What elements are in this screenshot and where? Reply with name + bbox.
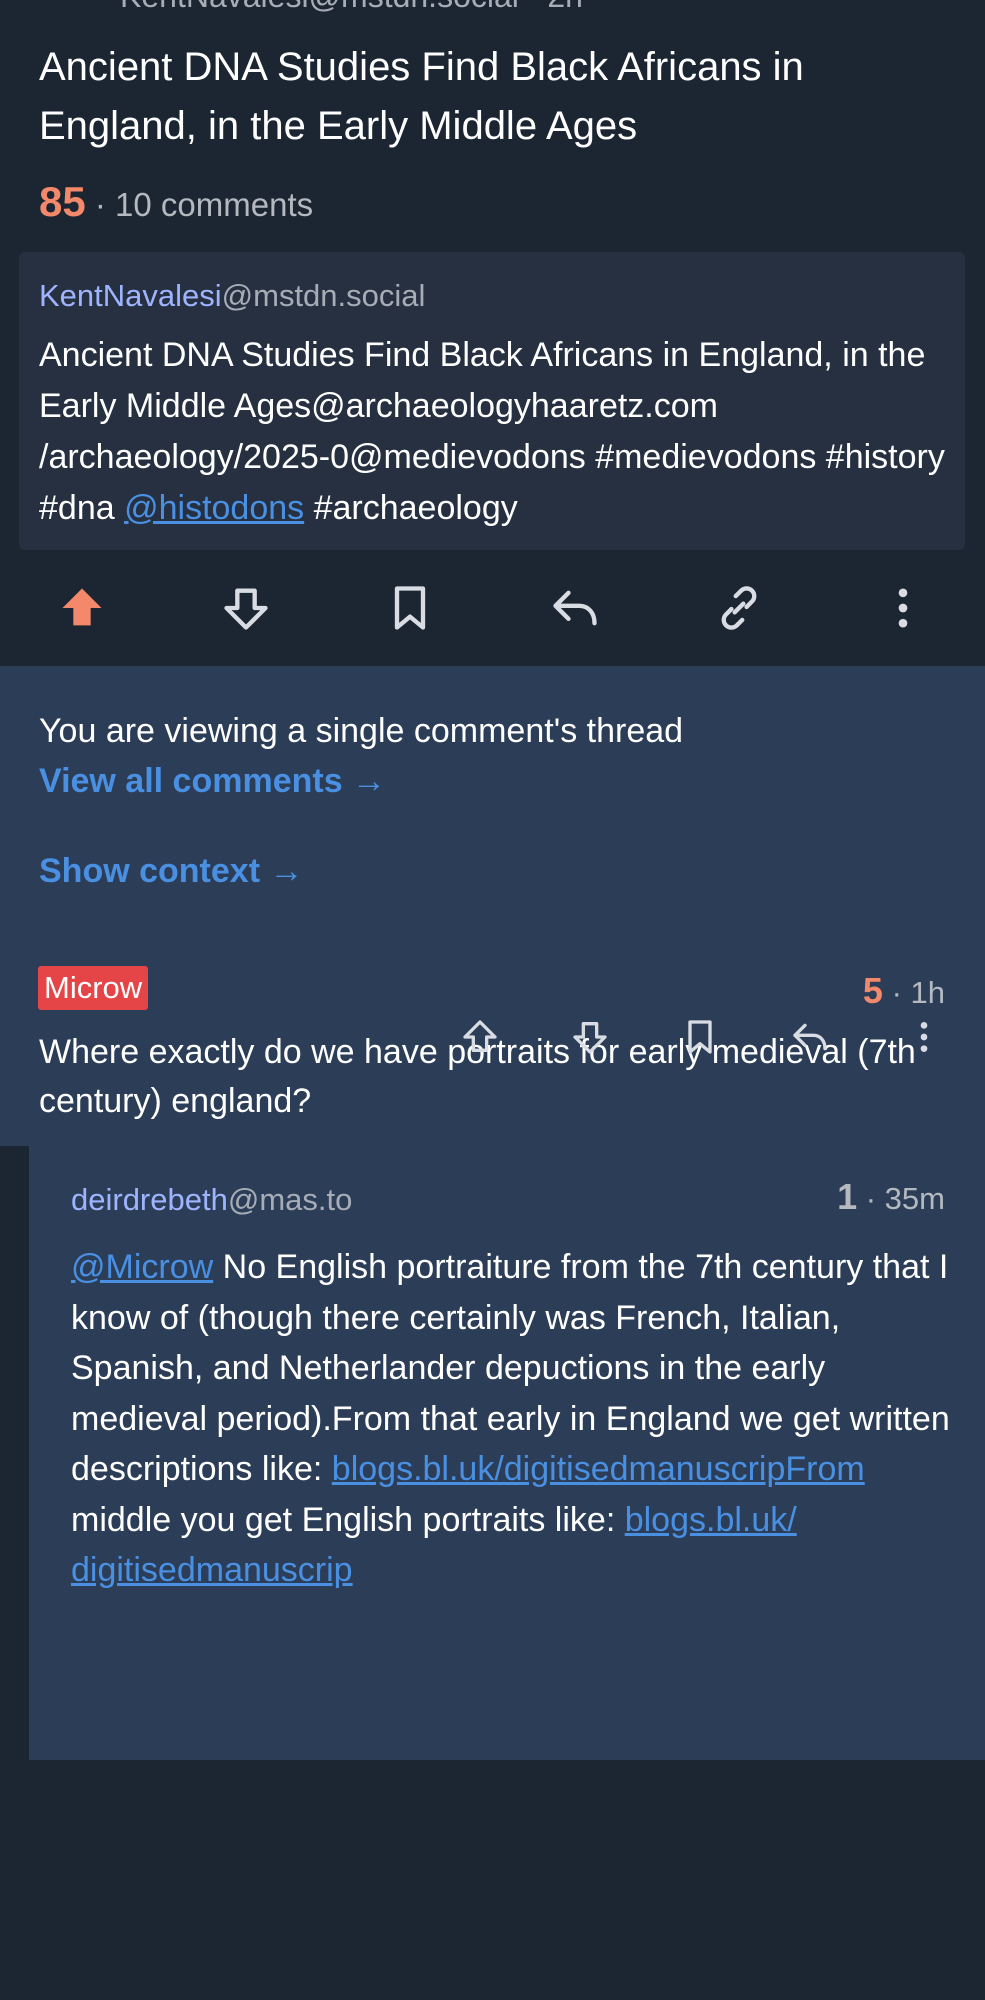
post-score-line: 85 · 10 comments: [39, 178, 313, 226]
comment-time: · 1h: [891, 975, 945, 1010]
post-action-bar: [0, 578, 985, 638]
comment-meta: 5 · 1h: [863, 970, 945, 1012]
upvote-button[interactable]: [52, 578, 112, 638]
reply-text-2: middle you get English portraits like:: [71, 1500, 625, 1539]
reply-bookmark-button[interactable]: [677, 1014, 723, 1060]
single-thread-note: You are viewing a single comment's threa…: [39, 712, 684, 750]
reply-downvote-button[interactable]: [567, 1014, 613, 1060]
post-embed[interactable]: KentNavalesi@mstdn.social Ancient DNA St…: [19, 252, 965, 550]
link-button[interactable]: [709, 578, 769, 638]
view-all-comments-link[interactable]: View all comments →: [39, 762, 386, 801]
embed-mention-link[interactable]: @histodons: [124, 489, 304, 527]
reply-body: @Microw No English portraiture from the …: [71, 1242, 951, 1596]
reply-icon: [553, 590, 597, 626]
reply-upvote-button[interactable]: [457, 1014, 503, 1060]
reply-icon: [793, 1023, 827, 1051]
more-icon: [898, 588, 908, 628]
reply-more-button[interactable]: [901, 1014, 947, 1060]
reply-time: · 35m: [865, 1181, 945, 1216]
upvote-icon: [463, 1020, 497, 1052]
post-byline-cut[interactable]: KentNavalesi@mstdn.social · 2h: [120, 0, 583, 15]
show-context-link[interactable]: Show context →: [39, 852, 303, 891]
embed-text-end: #archaeology: [304, 489, 518, 527]
embed-author-instance: @mstdn.social: [221, 278, 426, 313]
bookmark-button[interactable]: [380, 578, 440, 638]
reply-meta: 1 · 35m: [837, 1176, 945, 1218]
downvote-icon: [573, 1022, 607, 1054]
bookmark-icon: [688, 1020, 712, 1054]
reply-author-name[interactable]: deirdrebeth: [71, 1182, 228, 1217]
reply-comment: deirdrebeth@mas.to 1 · 35m @Microw No En…: [29, 1146, 985, 1760]
post-score: 85: [39, 178, 86, 225]
reply-reply-button[interactable]: [787, 1014, 833, 1060]
downvote-icon: [224, 588, 268, 630]
comments-count[interactable]: · 10 comments: [95, 186, 313, 223]
more-button[interactable]: [873, 578, 933, 638]
downvote-button[interactable]: [216, 578, 276, 638]
comment-author-badge[interactable]: Microw: [38, 966, 149, 1010]
reply-link-1[interactable]: blogs.bl.uk/digitisedmanuscripFrom: [332, 1450, 865, 1488]
post-header: KentNavalesi@mstdn.social · 2h Ancient D…: [0, 0, 985, 666]
comment-thread: You are viewing a single comment's threa…: [0, 666, 985, 1760]
reply-author[interactable]: deirdrebeth@mas.to: [71, 1182, 352, 1218]
reply-button[interactable]: [545, 578, 605, 638]
reply-mention-link[interactable]: @Microw: [71, 1248, 213, 1286]
post-title[interactable]: Ancient DNA Studies Find Black Africans …: [39, 38, 939, 156]
reply-indent-rail: [0, 1146, 29, 1760]
reply-score: 1: [837, 1176, 858, 1217]
upvote-icon: [62, 588, 102, 626]
link-icon: [721, 586, 757, 630]
bookmark-icon: [394, 586, 426, 630]
embed-author[interactable]: KentNavalesi@mstdn.social: [39, 278, 425, 314]
embed-body: Ancient DNA Studies Find Black Africans …: [39, 330, 959, 534]
more-icon: [920, 1022, 928, 1052]
comment-score: 5: [862, 970, 883, 1011]
reply-author-instance: @mas.to: [227, 1182, 353, 1217]
embed-author-name[interactable]: KentNavalesi: [39, 278, 222, 313]
